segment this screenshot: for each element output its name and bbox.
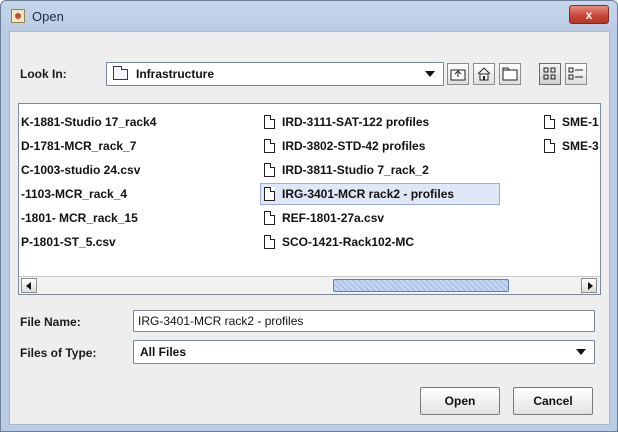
folder-icon	[113, 66, 128, 80]
list-item-selected[interactable]: IRG-3401-MCR rack2 - profiles	[260, 183, 500, 205]
up-one-level-button[interactable]	[447, 63, 469, 85]
file-icon	[264, 139, 275, 153]
list-item[interactable]: C-1003-studio 24.csv	[21, 160, 251, 180]
look-in-label: Look In:	[20, 67, 67, 81]
home-icon	[477, 67, 491, 81]
scroll-left-button[interactable]	[21, 278, 37, 293]
file-icon	[544, 139, 555, 153]
window-title: Open	[32, 9, 64, 24]
scroll-right-button[interactable]	[581, 278, 597, 293]
list-item[interactable]: D-1781-MCR_rack_7	[21, 136, 251, 156]
chevron-down-icon	[576, 349, 586, 355]
chevron-down-icon	[425, 71, 435, 77]
details-view-button[interactable]	[565, 63, 587, 85]
look-in-value: Infrastructure	[136, 67, 215, 81]
file-name-label: File Name:	[20, 315, 81, 329]
scrollbar-thumb[interactable]	[333, 279, 509, 292]
list-item[interactable]: SME-3	[540, 136, 600, 156]
file-type-label: Files of Type:	[20, 346, 97, 360]
list-view-icon	[543, 67, 556, 80]
file-icon	[264, 163, 275, 177]
title-bar[interactable]: Open x	[1, 1, 617, 31]
arrow-right-icon	[588, 282, 593, 290]
list-item[interactable]: IRD-3802-STD-42 profiles	[260, 136, 510, 156]
home-button[interactable]	[473, 63, 495, 85]
look-in-combo[interactable]: Infrastructure	[106, 62, 444, 86]
file-icon	[544, 115, 555, 129]
horizontal-scrollbar[interactable]	[19, 276, 600, 294]
arrow-left-icon	[26, 282, 31, 290]
file-type-value: All Files	[140, 345, 187, 359]
list-item[interactable]: REF-1801-27a.csv	[260, 208, 510, 228]
list-item[interactable]: -1801- MCR_rack_15	[21, 208, 251, 228]
list-item[interactable]: IRD-3811-Studio 7_rack_2	[260, 160, 510, 180]
list-item[interactable]: -1103-MCR_rack_4	[21, 184, 251, 204]
file-type-combo[interactable]: All Files	[133, 340, 595, 364]
java-app-icon	[11, 9, 25, 23]
list-item[interactable]: K-1881-Studio 17_rack4	[21, 112, 251, 132]
new-folder-icon	[502, 67, 518, 81]
file-icon	[264, 115, 275, 129]
open-button[interactable]: Open	[420, 387, 500, 415]
list-item[interactable]: SCO-1421-Rack102-MC	[260, 232, 510, 252]
list-item[interactable]: IRD-3111-SAT-122 profiles	[260, 112, 510, 132]
new-folder-button[interactable]	[499, 63, 521, 85]
list-item[interactable]: SME-1	[540, 112, 600, 132]
details-view-icon	[568, 67, 583, 80]
list-view-button[interactable]	[539, 63, 561, 85]
file-icon	[264, 235, 275, 249]
up-folder-icon	[450, 69, 466, 81]
list-item[interactable]: P-1801-ST_5.csv	[21, 232, 251, 252]
open-dialog: Open x Look In: Infrastructure K-1881-St…	[0, 0, 618, 432]
file-icon	[264, 211, 275, 225]
file-icon	[264, 187, 275, 201]
file-list[interactable]: K-1881-Studio 17_rack4 D-1781-MCR_rack_7…	[18, 103, 601, 295]
cancel-button[interactable]: Cancel	[513, 387, 593, 415]
dialog-body: Look In: Infrastructure K-1881-Studio 17…	[9, 31, 610, 425]
file-name-field[interactable]: IRG-3401-MCR rack2 - profiles	[133, 310, 595, 332]
close-button[interactable]: x	[569, 5, 609, 24]
